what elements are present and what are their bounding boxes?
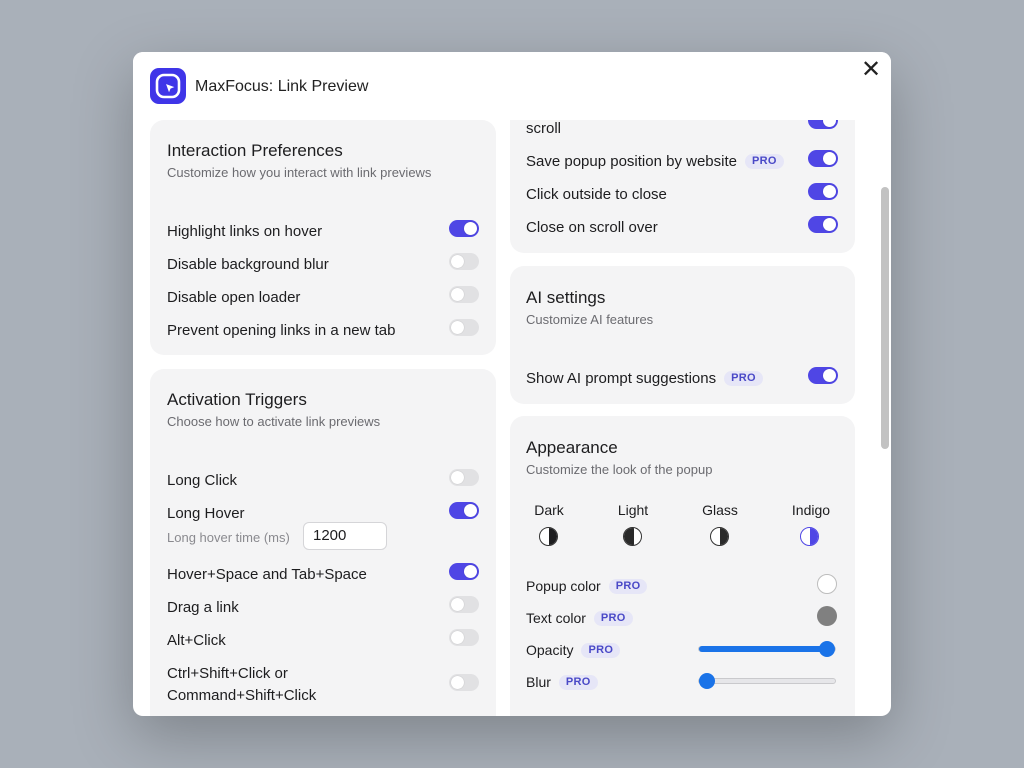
theme-label-light: Light (617, 502, 649, 518)
setting-label: Prevent opening links in a new tab (167, 322, 396, 339)
setting-label: Disable open loader (167, 289, 301, 306)
disable-blur-toggle[interactable] (449, 253, 479, 270)
long-click-toggle[interactable] (449, 469, 479, 486)
title-bar: MaxFocus: Link Preview ✕ (133, 52, 891, 120)
setting-label: Command+Shift+Click (167, 687, 317, 704)
ctrl-shift-click-toggle[interactable] (449, 674, 479, 691)
prevent-new-tab-toggle[interactable] (449, 319, 479, 336)
setting-label: Click outside to close (526, 186, 667, 203)
setting-label: Highlight links on hover (167, 223, 323, 240)
disable-loader-toggle[interactable] (449, 286, 479, 303)
slider-thumb[interactable] (699, 673, 715, 689)
theme-light-icon[interactable] (623, 527, 642, 546)
app-logo-icon (150, 68, 186, 104)
setting-label: Disable background blur (167, 256, 329, 273)
setting-label: Long Hover (167, 505, 245, 522)
setting-label: Popup color PRO (526, 578, 648, 594)
setting-label: Ctrl+Shift+Click or (167, 665, 288, 682)
save-position-label: Save popup position by website (526, 153, 737, 170)
settings-window: MaxFocus: Link Preview ✕ Interaction Pre… (133, 52, 891, 716)
interaction-preferences-card: Interaction Preferences Customize how yo… (150, 120, 496, 355)
pro-badge: PRO (593, 611, 633, 626)
alt-click-toggle[interactable] (449, 629, 479, 646)
setting-label: Long Click (167, 472, 238, 489)
setting-label: Alt+Click (167, 632, 226, 649)
card-title: Activation Triggers (167, 390, 307, 409)
slider-thumb[interactable] (819, 641, 835, 657)
appearance-card: Appearance Customize the look of the pop… (510, 416, 855, 716)
theme-half-fill (549, 528, 557, 545)
hover-time-label: Long hover time (ms) (167, 530, 290, 545)
opacity-label: Opacity (526, 642, 574, 658)
drag-link-toggle[interactable] (449, 596, 479, 613)
card-subtitle: Customize AI features (526, 312, 654, 327)
card-subtitle: Choose how to activate link previews (167, 414, 381, 429)
highlight-links-toggle[interactable] (449, 220, 479, 237)
pro-badge: PRO (744, 154, 784, 169)
setting-label: scroll (526, 120, 562, 137)
close-button[interactable]: ✕ (859, 58, 883, 82)
setting-label: Hover+Space and Tab+Space (167, 566, 367, 583)
setting-label: Blur PRO (526, 674, 598, 690)
pro-badge: PRO (558, 675, 598, 690)
setting-label: Text color PRO (526, 610, 633, 626)
card-subtitle: Customize how you interact with link pre… (167, 165, 432, 180)
close-on-scroll-toggle[interactable] (808, 216, 838, 233)
card-title: Appearance (526, 438, 618, 457)
card-title: AI settings (526, 288, 606, 307)
slider-fill (699, 646, 827, 652)
setting-label: Show AI prompt suggestions PRO (526, 370, 763, 387)
blur-slider[interactable] (698, 673, 836, 689)
pro-badge: PRO (724, 371, 763, 386)
text-color-swatch[interactable] (817, 606, 837, 626)
theme-half-fill (720, 528, 728, 545)
setting-label: Drag a link (167, 599, 239, 616)
popup-behavior-card: scroll Save popup position by website PRO… (510, 98, 855, 253)
scrollbar-thumb[interactable] (881, 187, 889, 449)
hover-space-toggle[interactable] (449, 563, 479, 580)
hover-time-input[interactable] (303, 522, 387, 550)
pro-badge: PRO (608, 579, 648, 594)
ai-suggestions-toggle[interactable] (808, 367, 838, 384)
popup-color-label: Popup color (526, 578, 601, 594)
blur-label: Blur (526, 674, 551, 690)
setting-label: Opacity PRO (526, 642, 621, 658)
text-color-label: Text color (526, 610, 586, 626)
setting-label: Save popup position by website PRO (526, 153, 784, 170)
theme-glass-icon[interactable] (710, 527, 729, 546)
window-title: MaxFocus: Link Preview (195, 78, 369, 95)
card-subtitle: Customize the look of the popup (526, 462, 713, 477)
activation-triggers-card: Activation Triggers Choose how to activa… (150, 369, 496, 716)
opacity-slider[interactable] (698, 641, 836, 657)
pro-badge: PRO (581, 643, 621, 658)
theme-label-indigo: Indigo (791, 502, 831, 518)
theme-label-glass: Glass (702, 502, 738, 518)
setting-label: Close on scroll over (526, 219, 658, 236)
ai-suggestions-label: Show AI prompt suggestions (526, 370, 717, 387)
theme-half-fill (624, 528, 634, 545)
click-outside-toggle[interactable] (808, 183, 838, 200)
ai-settings-card: AI settings Customize AI features Show A… (510, 266, 855, 404)
theme-half-fill (810, 528, 818, 545)
theme-label-dark: Dark (534, 502, 564, 518)
close-icon: ✕ (860, 56, 882, 83)
theme-dark-icon[interactable] (539, 527, 558, 546)
theme-indigo-icon[interactable] (800, 527, 819, 546)
long-hover-toggle[interactable] (449, 502, 479, 519)
save-position-toggle[interactable] (808, 150, 838, 167)
popup-color-swatch[interactable] (817, 574, 837, 594)
card-title: Interaction Preferences (167, 141, 343, 160)
